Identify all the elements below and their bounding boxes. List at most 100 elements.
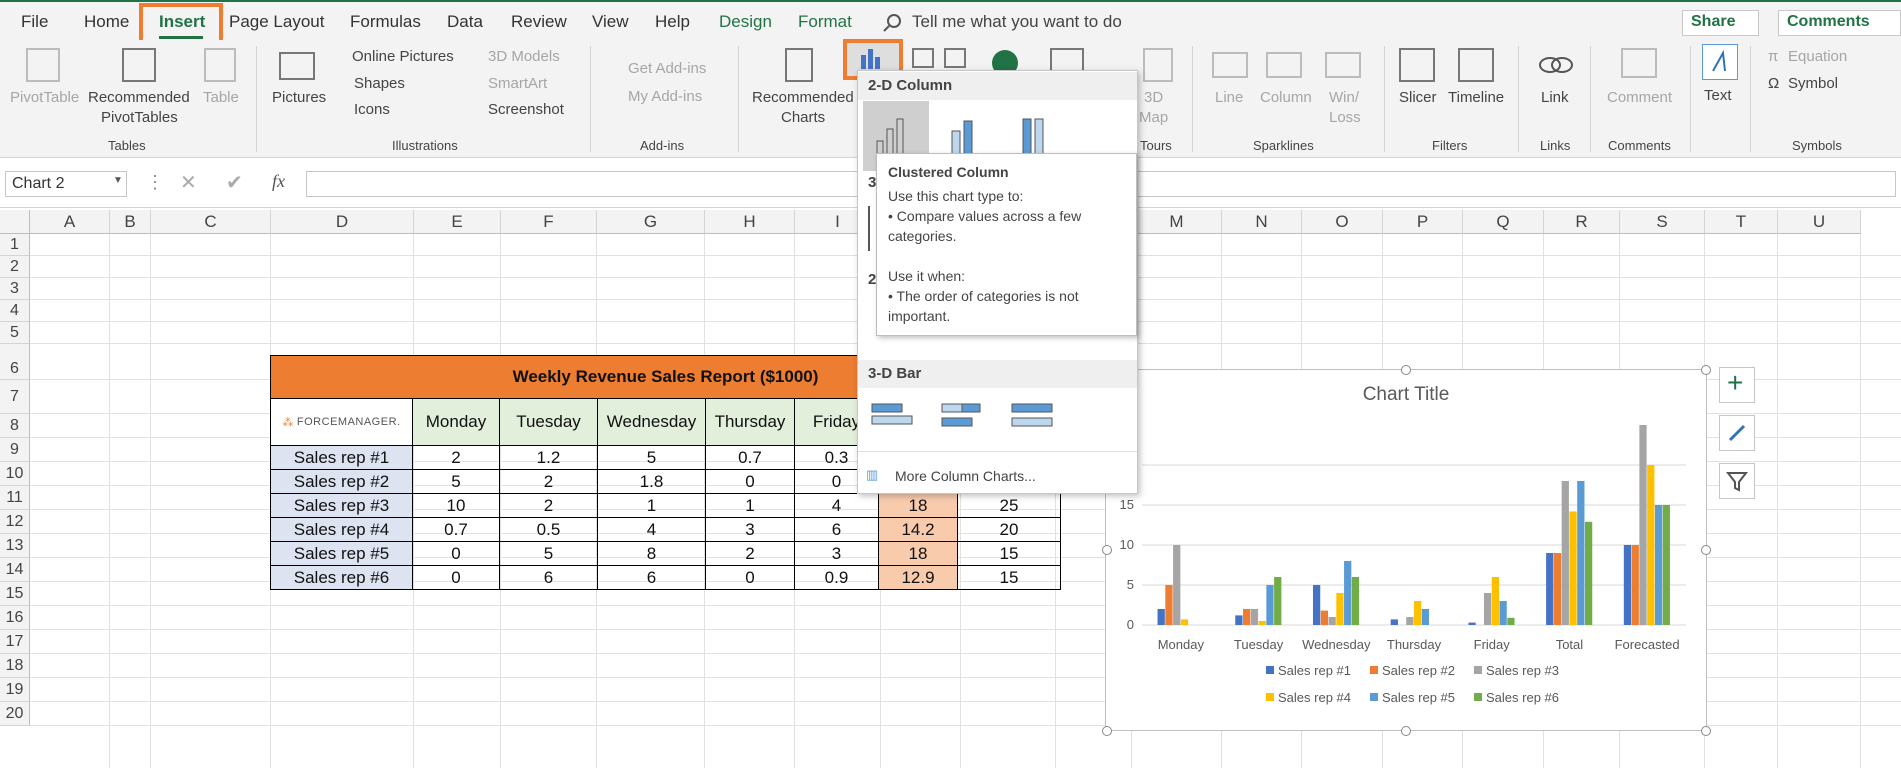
- bar-sales-rep-4[interactable]: [1258, 621, 1266, 625]
- column-header[interactable]: P: [1383, 210, 1463, 234]
- timeline-button[interactable]: Timeline: [1448, 88, 1504, 107]
- bar-sales-rep-4[interactable]: [1647, 465, 1655, 625]
- resize-handle[interactable]: [1102, 726, 1112, 736]
- tab-help[interactable]: Help: [655, 12, 690, 32]
- forecast-cell[interactable]: 15: [958, 566, 1061, 590]
- sales-value-cell[interactable]: 4: [795, 494, 879, 518]
- sales-value-cell[interactable]: 5: [500, 542, 598, 566]
- total-cell[interactable]: 18: [879, 494, 958, 518]
- total-cell[interactable]: 12.9: [879, 566, 958, 590]
- sales-value-cell[interactable]: 4: [598, 518, 706, 542]
- resize-handle[interactable]: [1401, 726, 1411, 736]
- sparkline-column-button[interactable]: Column: [1260, 88, 1312, 107]
- 3d-map-line2[interactable]: Map: [1139, 108, 1168, 127]
- bar-sales-rep-3[interactable]: [1406, 617, 1414, 625]
- sales-value-cell[interactable]: 0.7: [413, 518, 500, 542]
- bar-sales-rep-4[interactable]: [1491, 577, 1499, 625]
- shapes-button[interactable]: Shapes: [354, 74, 405, 93]
- slicer-button[interactable]: Slicer: [1399, 88, 1437, 107]
- sales-value-cell[interactable]: 0.9: [795, 566, 879, 590]
- 3d-stacked-bar-option[interactable]: [938, 398, 988, 438]
- resize-handle[interactable]: [1701, 545, 1711, 555]
- bar-sales-rep-2[interactable]: [1631, 545, 1639, 625]
- row-header[interactable]: 5: [0, 322, 30, 344]
- sales-value-cell[interactable]: 0: [706, 470, 795, 494]
- hierarchy-chart-icon[interactable]: [912, 48, 934, 68]
- column-header[interactable]: D: [271, 210, 414, 234]
- sales-value-cell[interactable]: 5: [598, 446, 706, 470]
- bar-sales-rep-1[interactable]: [1157, 609, 1165, 625]
- row-header[interactable]: 6: [0, 344, 30, 380]
- resize-handle[interactable]: [1401, 365, 1411, 375]
- tab-format[interactable]: Format: [798, 12, 852, 32]
- sales-value-cell[interactable]: 0.7: [706, 446, 795, 470]
- forecast-cell[interactable]: 15: [958, 542, 1061, 566]
- chart-plot-area[interactable]: 05101520MondayTuesdayWednesdayThursdayFr…: [1106, 370, 1706, 730]
- pivottable-button[interactable]: PivotTable: [10, 88, 79, 107]
- bar-sales-rep-5[interactable]: [1421, 609, 1430, 625]
- row-header[interactable]: 12: [0, 510, 30, 534]
- recommended-pivot-line1[interactable]: Recommended: [88, 88, 190, 107]
- recommended-pivot-line2[interactable]: PivotTables: [101, 108, 178, 127]
- bar-sales-rep-4[interactable]: [1569, 511, 1577, 625]
- sales-value-cell[interactable]: 2: [500, 494, 598, 518]
- equation-button[interactable]: Equation: [1788, 47, 1847, 66]
- column-header[interactable]: F: [501, 210, 597, 234]
- comment-button[interactable]: Comment: [1607, 88, 1672, 107]
- row-header[interactable]: 14: [0, 558, 30, 582]
- sales-value-cell[interactable]: 1: [598, 494, 706, 518]
- sparkline-winloss-line1[interactable]: Win/: [1329, 88, 1359, 107]
- tab-file[interactable]: File: [21, 12, 48, 32]
- chart-filters-button[interactable]: [1719, 463, 1755, 499]
- row-header[interactable]: 17: [0, 630, 30, 654]
- forecast-cell[interactable]: 20: [958, 518, 1061, 542]
- tab-review[interactable]: Review: [511, 12, 567, 32]
- bar-sales-rep-1[interactable]: [1623, 545, 1632, 625]
- sales-value-cell[interactable]: 2: [706, 542, 795, 566]
- text-button[interactable]: Text: [1704, 86, 1732, 105]
- row-header[interactable]: 15: [0, 582, 30, 606]
- name-box[interactable]: Chart 2: [5, 171, 127, 197]
- bar-sales-rep-6[interactable]: [1507, 617, 1515, 625]
- resize-handle[interactable]: [1701, 365, 1711, 375]
- sales-value-cell[interactable]: 6: [598, 566, 706, 590]
- tab-data[interactable]: Data: [447, 12, 483, 32]
- sales-value-cell[interactable]: 0.5: [500, 518, 598, 542]
- 3d-map-line1[interactable]: 3D: [1144, 88, 1163, 107]
- column-header[interactable]: R: [1544, 210, 1620, 234]
- insert-function-button[interactable]: fx: [272, 171, 285, 192]
- bar-sales-rep-4[interactable]: [1414, 601, 1422, 625]
- column-header[interactable]: Q: [1463, 210, 1544, 234]
- bar-sales-rep-1[interactable]: [1235, 615, 1243, 625]
- enter-icon[interactable]: ✔: [226, 170, 243, 195]
- bar-sales-rep-6[interactable]: [1351, 577, 1360, 625]
- cancel-icon[interactable]: ✕: [180, 170, 197, 195]
- get-addins-button[interactable]: Get Add-ins: [628, 59, 706, 78]
- row-header[interactable]: 20: [0, 702, 30, 726]
- sales-value-cell[interactable]: 1.2: [500, 446, 598, 470]
- formula-options-icon[interactable]: ⋮: [146, 172, 164, 193]
- bar-sales-rep-5[interactable]: [1654, 505, 1663, 625]
- bar-sales-rep-4[interactable]: [1180, 619, 1189, 625]
- waterfall-chart-icon[interactable]: [944, 48, 966, 68]
- forecast-cell[interactable]: 25: [958, 494, 1061, 518]
- tab-home[interactable]: Home: [84, 12, 129, 32]
- column-header[interactable]: H: [705, 210, 795, 234]
- row-header[interactable]: 10: [0, 462, 30, 486]
- column-header[interactable]: T: [1705, 210, 1778, 234]
- sparkline-winloss-line2[interactable]: Loss: [1329, 108, 1361, 127]
- recommended-charts-line2[interactable]: Charts: [781, 108, 825, 127]
- row-header[interactable]: 13: [0, 534, 30, 558]
- name-box-dropdown-icon[interactable]: ▼: [113, 175, 123, 186]
- sales-value-cell[interactable]: 3: [795, 542, 879, 566]
- row-header[interactable]: 11: [0, 486, 30, 510]
- tab-design[interactable]: Design: [719, 12, 772, 32]
- comments-button[interactable]: Comments: [1778, 10, 1901, 36]
- bar-sales-rep-3[interactable]: [1250, 609, 1259, 625]
- bar-sales-rep-6[interactable]: [1662, 505, 1670, 625]
- total-cell[interactable]: 14.2: [879, 518, 958, 542]
- resize-handle[interactable]: [1102, 545, 1112, 555]
- bar-sales-rep-6[interactable]: [1584, 521, 1593, 625]
- column-header[interactable]: G: [597, 210, 705, 234]
- row-header[interactable]: 8: [0, 414, 30, 438]
